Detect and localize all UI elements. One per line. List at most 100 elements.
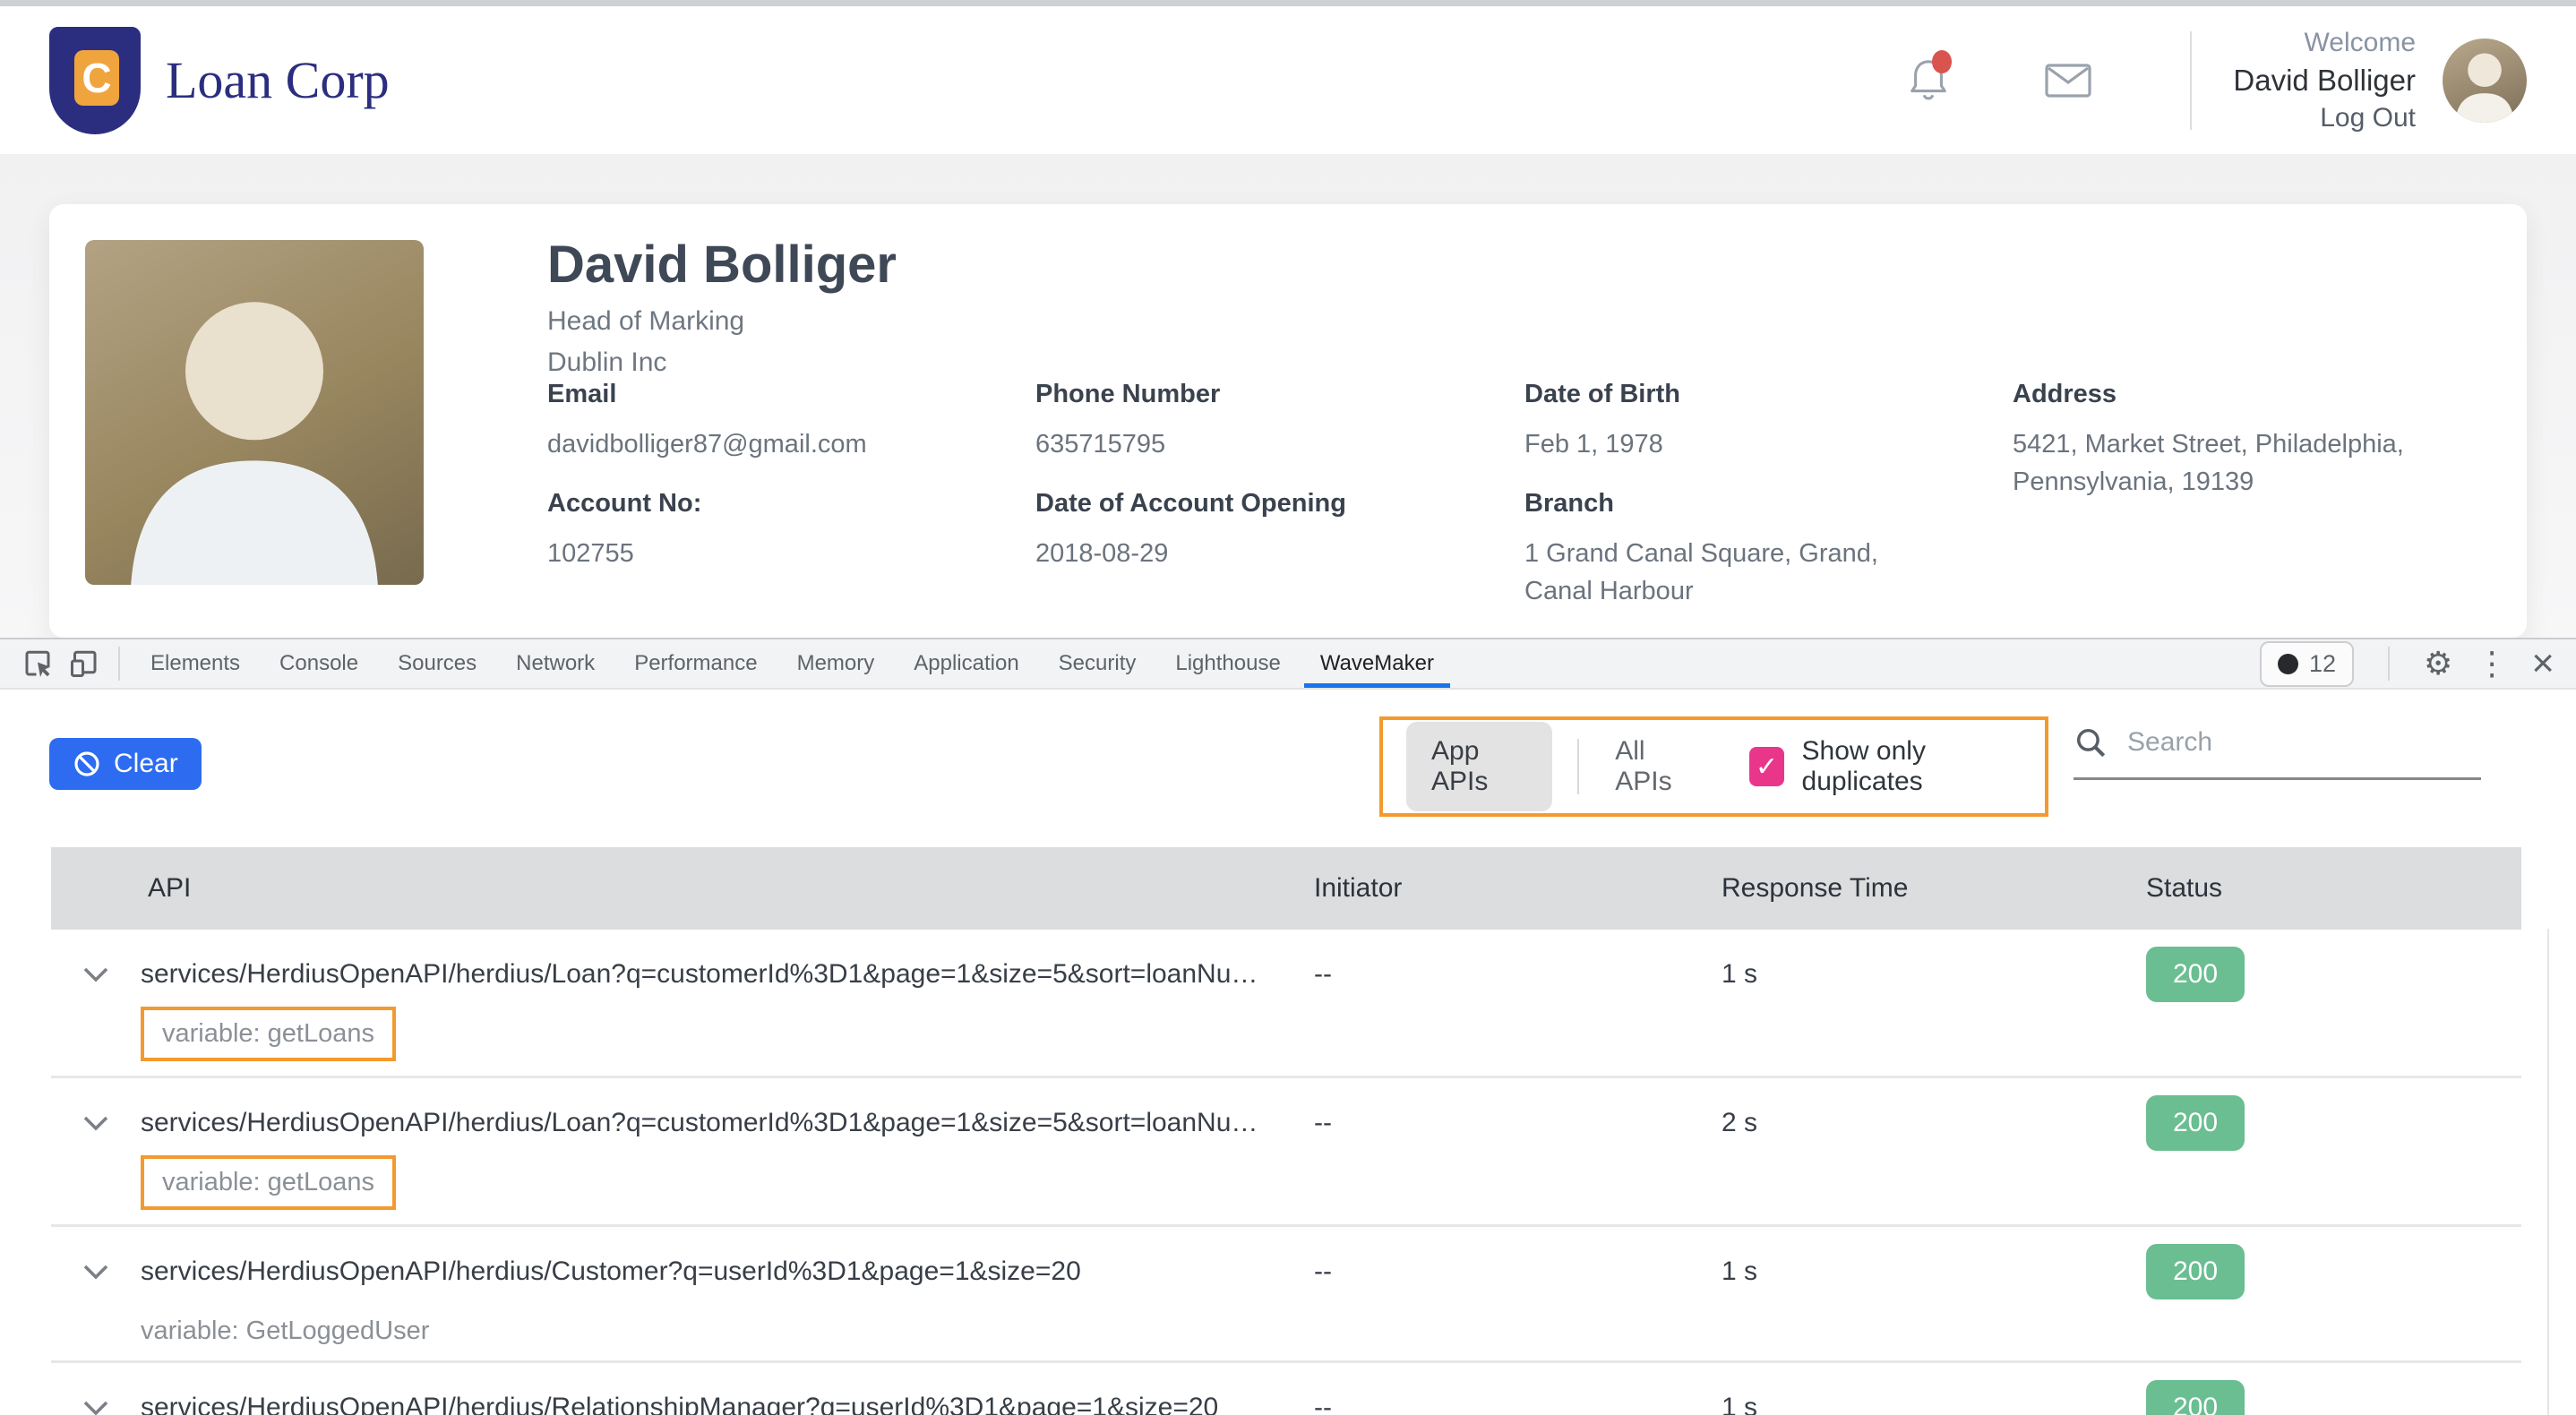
variable-tag-highlighted: variable: getLoans — [141, 1007, 396, 1061]
field-branch: Branch 1 Grand Canal Square, Grand, Cana… — [1524, 489, 1945, 610]
initiator-cell: -- — [1314, 946, 1722, 1003]
profile-company: Dublin Inc — [547, 347, 666, 378]
header-user-name: David Bolliger — [2233, 62, 2416, 99]
user-avatar[interactable] — [2443, 39, 2527, 123]
field-label: Date of Account Opening — [1035, 489, 1456, 519]
toolbar-divider — [118, 647, 120, 681]
field-value: 5421, Market Street, Philadelphia, Penns… — [2013, 425, 2434, 501]
api-table: API Initiator Response Time Status servi… — [51, 847, 2521, 1415]
table-row: services/HerdiusOpenAPI/herdius/Loan?q=c… — [51, 930, 2521, 1078]
status-badge: 200 — [2146, 1380, 2245, 1415]
field-account-no: Account No: 102755 — [547, 489, 968, 572]
variable-cell: variable: getLoans — [141, 1007, 1314, 1061]
initiator-cell: -- — [1314, 1094, 1722, 1152]
inspect-element-icon[interactable] — [14, 644, 61, 683]
clear-ban-icon — [73, 750, 101, 778]
profile-job-title: Head of Marking — [547, 306, 744, 337]
message-count: 12 — [2309, 650, 2336, 678]
field-value: 102755 — [547, 535, 968, 572]
header-divider — [2190, 31, 2192, 130]
welcome-text: Welcome — [2233, 24, 2416, 62]
clear-label: Clear — [114, 749, 178, 779]
tab-elements[interactable]: Elements — [131, 639, 260, 688]
toggle-divider — [1577, 739, 1579, 794]
devtools-tab-bar: ElementsConsoleSourcesNetworkPerformance… — [0, 638, 2576, 690]
field-label: Address — [2013, 380, 2434, 409]
field-date-of-account-opening: Date of Account Opening 2018-08-29 — [1035, 489, 1456, 572]
field-value: 2018-08-29 — [1035, 535, 1456, 572]
variable-cell: variable: getLoans — [141, 1155, 1314, 1210]
tab-application[interactable]: Application — [894, 639, 1038, 688]
close-devtools-icon[interactable]: × — [2531, 647, 2555, 680]
field-value: Feb 1, 1978 — [1524, 425, 1945, 463]
search-icon — [2074, 725, 2108, 759]
field-address: Address 5421, Market Street, Philadelphi… — [2013, 380, 2434, 501]
initiator-cell: -- — [1314, 1379, 1722, 1415]
api-table-body: services/HerdiusOpenAPI/herdius/Loan?q=c… — [51, 930, 2521, 1415]
brand-logo[interactable]: C Loan Corp — [49, 27, 390, 134]
field-label: Email — [547, 380, 968, 409]
api-filter-group: App APIs All APIs ✓ Show only duplicates — [1379, 716, 2048, 817]
message-dot-icon — [2278, 654, 2298, 674]
field-phone: Phone Number 635715795 — [1035, 380, 1456, 463]
logo-letter: C — [74, 50, 119, 106]
more-options-icon[interactable]: ⋮ — [2476, 647, 2508, 680]
show-only-duplicates-checkbox[interactable]: ✓ — [1749, 747, 1783, 786]
status-badge: 200 — [2146, 947, 2245, 1002]
settings-gear-icon[interactable]: ⚙ — [2424, 647, 2452, 680]
variable-cell: variable: GetLoggedUser — [141, 1304, 1314, 1346]
api-url[interactable]: services/HerdiusOpenAPI/herdius/Loan?q=c… — [141, 946, 1314, 1003]
notifications-bell-icon[interactable] — [1902, 56, 1955, 106]
tab-security[interactable]: Security — [1039, 639, 1156, 688]
response-time-cell: 1 s — [1722, 1379, 2146, 1415]
app-apis-tab[interactable]: App APIs — [1406, 722, 1552, 811]
api-url[interactable]: services/HerdiusOpenAPI/herdius/Loan?q=c… — [141, 1094, 1314, 1152]
tab-performance[interactable]: Performance — [614, 639, 777, 688]
show-only-duplicates-label: Show only duplicates — [1802, 736, 2022, 797]
column-header-status: Status — [2146, 873, 2521, 904]
tab-memory[interactable]: Memory — [777, 639, 895, 688]
api-url[interactable]: services/HerdiusOpenAPI/herdius/Customer… — [141, 1243, 1314, 1300]
tab-network[interactable]: Network — [496, 639, 614, 688]
tab-lighthouse[interactable]: Lighthouse — [1155, 639, 1300, 688]
profile-name: David Bolliger — [547, 235, 897, 295]
field-label: Branch — [1524, 489, 1945, 519]
all-apis-tab[interactable]: All APIs — [1604, 736, 1706, 797]
messages-mail-icon[interactable] — [2041, 61, 2095, 100]
logout-link[interactable]: Log Out — [2233, 99, 2416, 137]
chevron-down-icon[interactable] — [82, 965, 110, 983]
field-value: 1 Grand Canal Square, Grand, Canal Harbo… — [1524, 535, 1945, 610]
search-field — [2074, 725, 2481, 780]
loan-corp-logo-icon: C — [49, 27, 141, 134]
search-input[interactable] — [2127, 727, 2432, 758]
initiator-cell: -- — [1314, 1243, 1722, 1300]
response-time-cell: 1 s — [1722, 946, 2146, 1003]
profile-card: David Bolliger Head of Marking Dublin In… — [49, 204, 2527, 638]
api-url[interactable]: services/HerdiusOpenAPI/herdius/Relation… — [141, 1379, 1314, 1415]
tab-console[interactable]: Console — [260, 639, 378, 688]
variable-tag-highlighted: variable: getLoans — [141, 1155, 396, 1210]
chevron-down-icon[interactable] — [82, 1399, 110, 1415]
chevron-down-icon[interactable] — [82, 1114, 110, 1132]
field-value: davidbolliger87@gmail.com — [547, 425, 968, 463]
field-label: Account No: — [547, 489, 968, 519]
table-row: services/HerdiusOpenAPI/herdius/Loan?q=c… — [51, 1078, 2521, 1227]
device-toolbar-icon[interactable] — [61, 644, 107, 683]
console-message-count-badge[interactable]: 12 — [2260, 641, 2354, 687]
status-badge: 200 — [2146, 1095, 2245, 1151]
window-top-edge — [0, 0, 2576, 6]
field-value: 635715795 — [1035, 425, 1456, 463]
field-email: Email davidbolliger87@gmail.com — [547, 380, 968, 463]
tab-wavemaker[interactable]: WaveMaker — [1301, 639, 1454, 688]
api-table-header: API Initiator Response Time Status — [51, 847, 2521, 930]
devtools-panel: ElementsConsoleSourcesNetworkPerformance… — [0, 638, 2576, 1415]
status-badge: 200 — [2146, 1244, 2245, 1299]
table-row: services/HerdiusOpenAPI/herdius/Relation… — [51, 1363, 2521, 1415]
field-label: Phone Number — [1035, 380, 1456, 409]
field-label: Date of Birth — [1524, 380, 1945, 409]
column-header-api: API — [141, 873, 1314, 904]
chevron-down-icon[interactable] — [82, 1263, 110, 1281]
clear-button[interactable]: Clear — [49, 738, 202, 790]
tab-sources[interactable]: Sources — [378, 639, 496, 688]
response-time-cell: 1 s — [1722, 1243, 2146, 1300]
